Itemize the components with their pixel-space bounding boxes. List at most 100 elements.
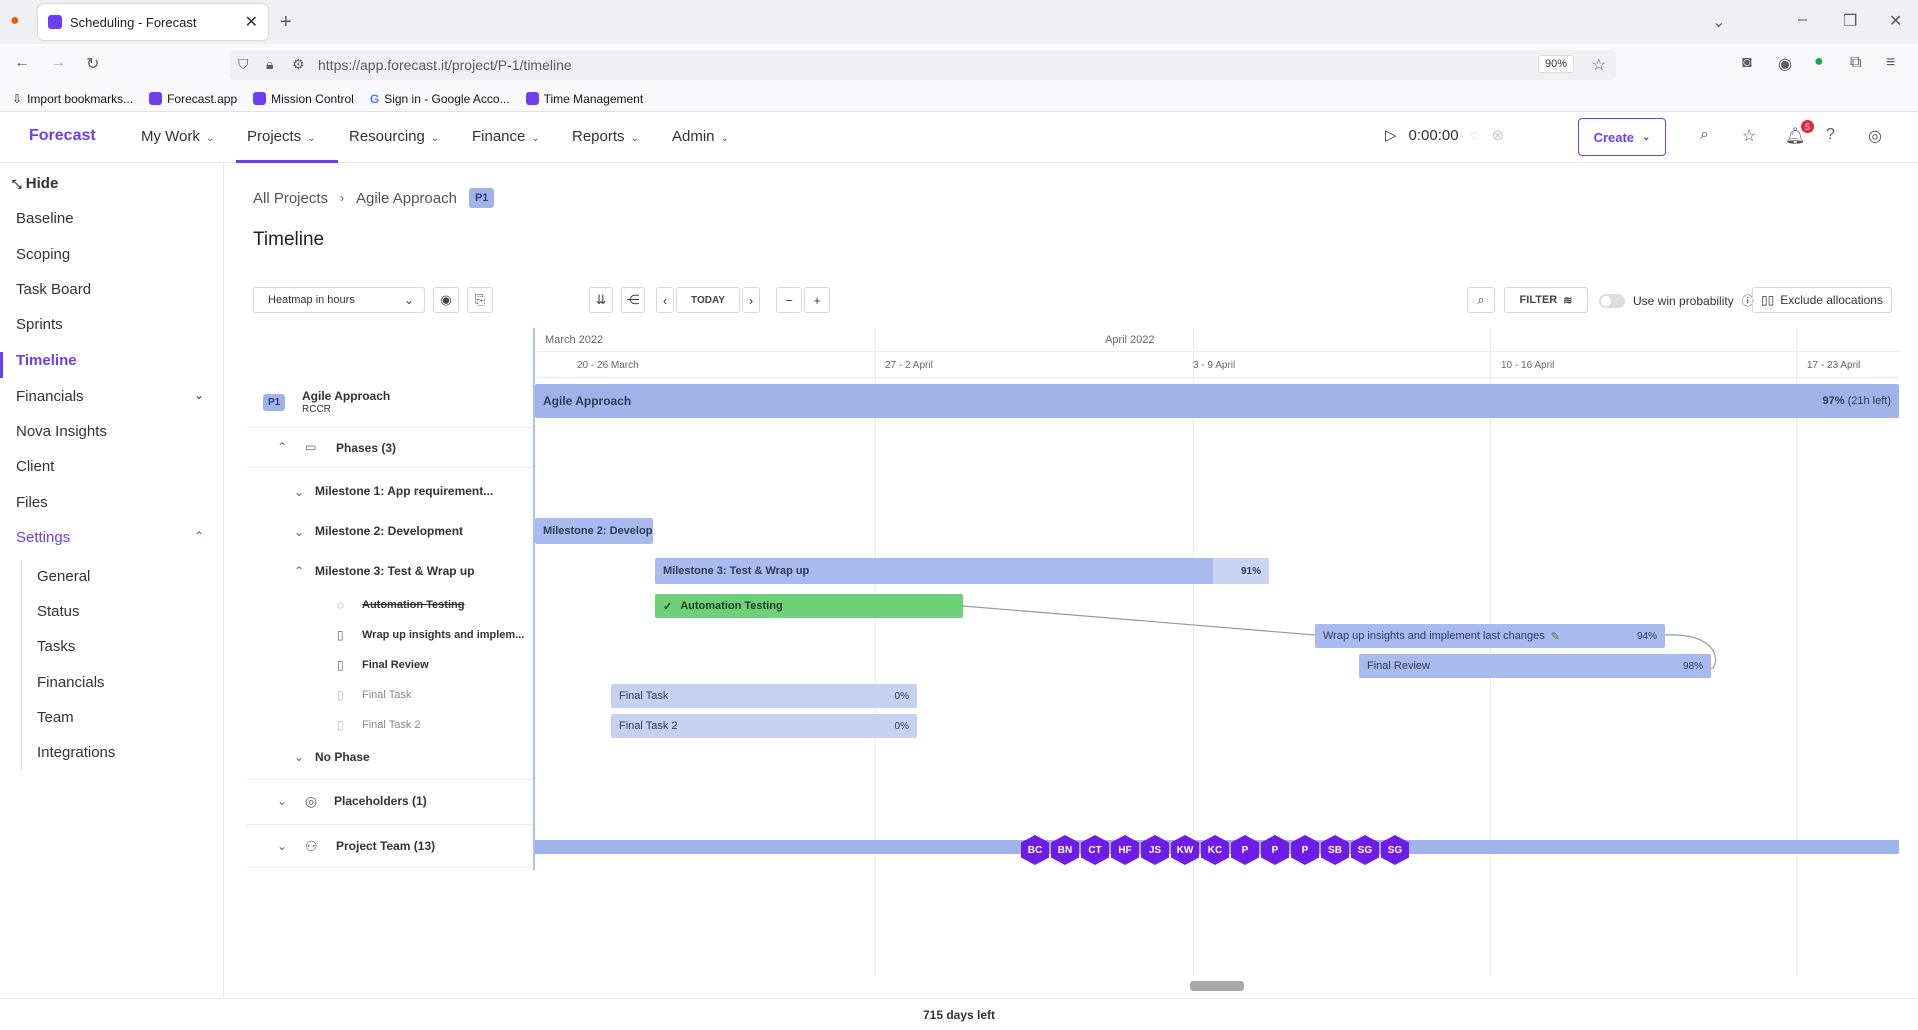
milestone-3-label[interactable]: Milestone 3: Test & Wrap up [315, 564, 475, 578]
chevron-down-icon[interactable]: ⌄ [277, 839, 287, 853]
settings-item-financials[interactable]: Financials [37, 674, 105, 691]
project-row[interactable]: P1 Agile Approach RCCR [247, 378, 534, 428]
sidebar-item-nova-insights[interactable]: Nova Insights [16, 423, 107, 440]
bookmark-google[interactable]: G Sign in - Google Acco... [370, 92, 510, 106]
sidebar-item-task-board[interactable]: Task Board [16, 281, 91, 298]
milestone-1-label[interactable]: Milestone 1: App requirement... [315, 484, 493, 498]
settings-item-general[interactable]: General [37, 568, 90, 585]
sidebar-item-settings[interactable]: Settings [16, 529, 70, 546]
url-field[interactable]: ⛉ 🔒︎ ⚙ https://app.forecast.it/project/P… [230, 50, 1616, 80]
nav-admin[interactable]: Admin ⌄ [672, 128, 729, 145]
settings-item-status[interactable]: Status [37, 603, 80, 620]
puzzle-icon[interactable]: ⧉ [1850, 54, 1861, 72]
sidebar-item-sprints[interactable]: Sprints [16, 316, 63, 333]
zoom-in-icon[interactable]: + [804, 287, 830, 313]
nav-finance[interactable]: Finance ⌄ [472, 128, 540, 145]
chevron-right-icon[interactable]: › [742, 287, 760, 313]
chevron-left-icon[interactable]: ‹ [656, 287, 674, 313]
nav-projects[interactable]: Projects ⌄ [247, 128, 316, 145]
timer-check-icon[interactable]: ◌ [1471, 127, 1480, 144]
today-button[interactable]: TODAY [676, 287, 740, 313]
sidebar-item-files[interactable]: Files [16, 494, 48, 511]
filter-button[interactable]: FILTER ≋ [1504, 287, 1588, 313]
sidebar-item-baseline[interactable]: Baseline [16, 210, 74, 227]
sidebar-item-client[interactable]: Client [16, 458, 54, 475]
win-probability-toggle[interactable]: Use win probability ⓘ [1599, 292, 1754, 309]
exclude-allocations-button[interactable]: ▯▯ Exclude allocations [1752, 287, 1892, 313]
bookmark-star-icon[interactable]: ☆ [1592, 55, 1606, 75]
chevron-down-icon[interactable]: ⌄ [294, 750, 304, 764]
breadcrumb-project[interactable]: Agile Approach [356, 190, 457, 207]
browser-tab[interactable]: Scheduling - Forecast ✕ [38, 4, 268, 40]
task-wrap-up[interactable]: Wrap up insights and implem... [362, 629, 524, 641]
zoom-out-icon[interactable]: − [776, 287, 802, 313]
menu-icon[interactable]: ≡ [1886, 54, 1895, 72]
back-icon[interactable]: ← [14, 54, 30, 72]
sidebar-item-scoping[interactable]: Scoping [16, 246, 70, 263]
settings-item-integrations[interactable]: Integrations [37, 744, 115, 761]
search-icon[interactable]: ⌕ [1700, 126, 1709, 144]
task-automation-testing[interactable]: Automation Testing [362, 599, 464, 611]
final-review-bar[interactable]: Final Review 98% [1359, 654, 1711, 678]
permissions-icon[interactable]: ⚙ [292, 56, 305, 73]
create-button[interactable]: Create ⌄ [1578, 118, 1666, 156]
collapse-all-icon[interactable]: ⇊ [589, 287, 613, 313]
reload-icon[interactable]: ↻ [86, 54, 99, 74]
task-final-task-2[interactable]: Final Task 2 [362, 719, 421, 731]
chevron-down-icon[interactable]: ⌄ [277, 794, 287, 808]
chevron-up-icon[interactable]: ⌃ [194, 529, 204, 543]
restore-icon[interactable]: ❐ [1843, 11, 1857, 31]
sidebar-item-financials[interactable]: Financials [16, 388, 84, 405]
milestone-2-bar[interactable]: Milestone 2: Develop... [535, 518, 653, 544]
hide-sidebar-button[interactable]: ⤡ Hide [12, 175, 58, 192]
milestone-3-bar[interactable]: Milestone 3: Test & Wrap up 91% [655, 558, 1269, 584]
chevron-down-icon[interactable]: ⌄ [294, 485, 304, 499]
extension-icon[interactable]: ◉ [1778, 54, 1792, 74]
breadcrumb-all-projects[interactable]: All Projects [253, 190, 328, 207]
profile-icon[interactable]: ◎ [1868, 126, 1882, 146]
settings-item-team[interactable]: Team [37, 709, 74, 726]
close-window-icon[interactable]: ✕ [1889, 11, 1902, 31]
chevron-down-icon[interactable]: ⌄ [294, 525, 304, 539]
export-icon[interactable]: ⎘ [467, 287, 493, 313]
star-icon[interactable]: ☆ [1742, 126, 1756, 146]
toggle-switch[interactable] [1599, 293, 1625, 308]
list-tabs-icon[interactable]: ⌄ [1712, 12, 1725, 32]
settings-item-tasks[interactable]: Tasks [37, 638, 75, 655]
milestone-2-label[interactable]: Milestone 2: Development [315, 524, 463, 538]
search-icon[interactable]: ⌕ [1467, 287, 1495, 313]
shield-icon[interactable]: ⛉ [238, 56, 249, 73]
help-icon[interactable]: ? [1826, 126, 1835, 144]
nav-resourcing[interactable]: Resourcing ⌄ [349, 128, 439, 145]
automation-testing-bar[interactable]: ✓ Automation Testing [655, 594, 963, 618]
chevron-up-icon[interactable]: ⌃ [294, 564, 304, 578]
placeholders-row[interactable]: ⌄ ◎ Placeholders (1) [247, 780, 534, 825]
bookmark-forecast[interactable]: Forecast.app [149, 92, 237, 106]
bookmark-time-management[interactable]: Time Management [525, 92, 643, 106]
share-icon[interactable]: ⋲ [621, 287, 645, 313]
heatmap-select[interactable]: Heatmap in hours ⌄ [253, 287, 425, 313]
play-icon[interactable]: ▷ [1385, 126, 1397, 144]
task-final-task[interactable]: Final Task [362, 689, 411, 701]
timer-cancel-icon[interactable]: ⊗ [1492, 126, 1505, 144]
pocket-icon[interactable]: ◙ [1742, 54, 1752, 72]
chevron-down-icon[interactable]: ⌄ [194, 388, 204, 402]
forecast-logo[interactable]: Forecast [29, 127, 96, 145]
eye-icon[interactable]: ◉ [433, 287, 459, 313]
chevron-up-icon[interactable]: ⌃ [277, 440, 287, 454]
no-phase-row[interactable]: ⌄ No Phase [247, 740, 534, 780]
bookmark-mission-control[interactable]: Mission Control [253, 92, 354, 106]
project-team-row[interactable]: ⌄ ⚇ Project Team (13) [247, 825, 534, 868]
bookmark-import[interactable]: ⇩ Import bookmarks... [12, 92, 133, 106]
task-final-review[interactable]: Final Review [362, 659, 429, 671]
lock-icon[interactable]: 🔒︎ [266, 56, 273, 73]
final-task-bar[interactable]: Final Task 0% [611, 684, 917, 708]
final-task-2-bar[interactable]: Final Task 2 0% [611, 714, 917, 738]
new-tab-icon[interactable]: + [280, 11, 292, 34]
minimize-icon[interactable]: – [1798, 11, 1807, 29]
sidebar-item-timeline[interactable]: Timeline [16, 352, 77, 369]
nav-reports[interactable]: Reports ⌄ [572, 128, 639, 145]
nav-my-work[interactable]: My Work ⌄ [141, 128, 214, 145]
phases-row[interactable]: ⌃ ▭ Phases (3) [247, 428, 534, 468]
check-extension-icon[interactable]: ● [1814, 53, 1824, 71]
